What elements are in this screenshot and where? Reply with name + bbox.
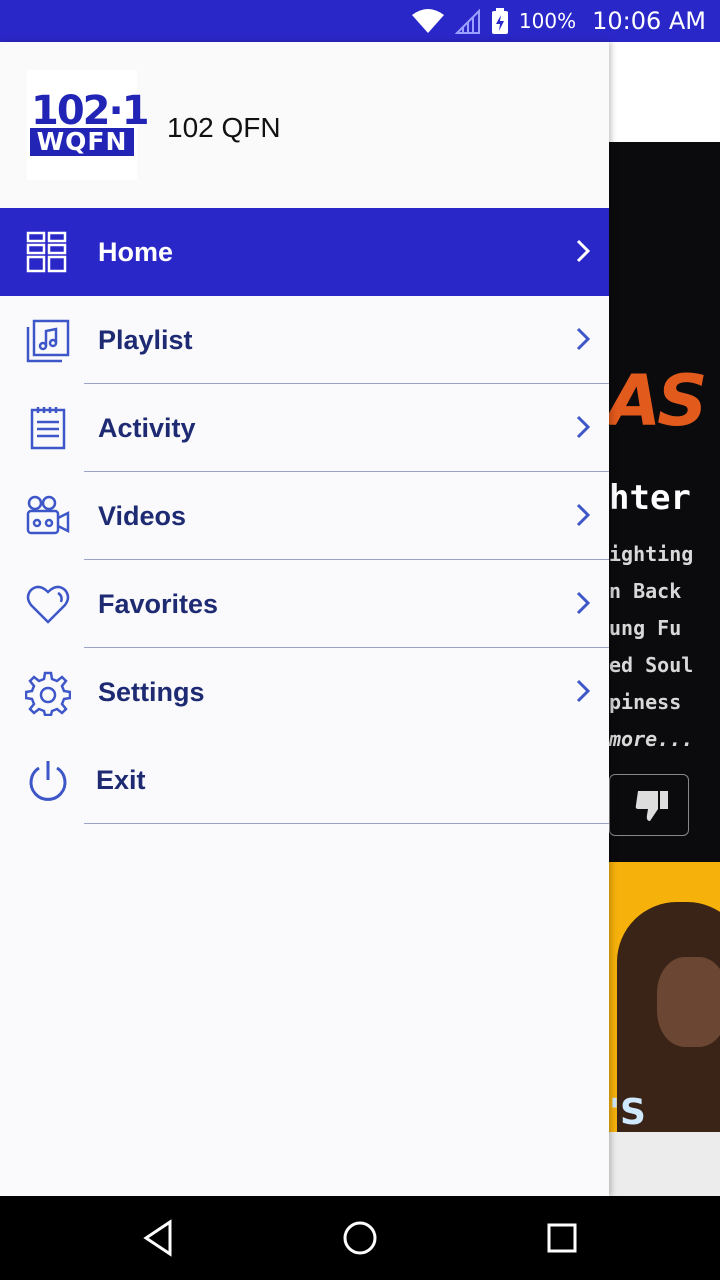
recent-apps-icon[interactable] <box>540 1216 584 1260</box>
station-logo-callsign: WQFN <box>30 128 134 156</box>
menu-item-home[interactable]: Home <box>0 208 609 296</box>
thumbs-down-icon <box>635 791 668 821</box>
menu-item-activity[interactable]: Activity <box>0 384 609 472</box>
battery-percent: 100% <box>518 9 577 33</box>
banner-line: piness <box>609 690 682 714</box>
banner-line: more... <box>609 727 694 751</box>
video-camera-icon <box>26 495 70 535</box>
wifi-icon <box>411 9 444 35</box>
menu-item-label: Settings <box>98 677 205 707</box>
dislike-button[interactable] <box>609 774 689 836</box>
banner-line: n Back <box>609 579 682 603</box>
station-name: 102 QFN <box>167 112 281 143</box>
status-bar: 100% 10:06 AM <box>0 0 720 42</box>
home-circle-icon[interactable] <box>338 1216 382 1260</box>
menu-item-label: Playlist <box>98 325 193 355</box>
background-footer <box>609 1132 720 1196</box>
battery-charging-icon <box>491 8 508 34</box>
chevron-right-icon <box>576 503 591 527</box>
menu-item-videos[interactable]: Videos <box>0 472 609 560</box>
background-promo[interactable]: 'S <box>609 862 720 1132</box>
cell-signal-icon <box>454 8 480 34</box>
banner-title-fragment: hter <box>609 478 691 518</box>
station-logo: 102·1 WQFN <box>27 70 150 180</box>
menu-item-label: Activity <box>98 413 196 443</box>
drawer-menu: Home Playlist Activity Videos Favorites … <box>0 208 609 824</box>
menu-item-playlist[interactable]: Playlist <box>0 296 609 384</box>
menu-item-label: Home <box>98 237 174 267</box>
chevron-right-icon <box>576 679 591 703</box>
clock: 10:06 AM <box>592 7 706 35</box>
background-header <box>609 42 720 142</box>
gear-icon <box>25 671 71 716</box>
background-banner[interactable]: AS hter ighting n Back ung Fu ed Soul pi… <box>609 142 720 862</box>
banner-line: ed Soul <box>609 653 694 677</box>
menu-item-label: Exit <box>96 765 146 795</box>
navigation-drawer: 102·1 WQFN 102 QFN Home Playlist Activit… <box>0 42 609 1196</box>
banner-line: ighting <box>609 542 694 566</box>
system-nav-bar <box>0 1196 720 1280</box>
menu-item-label: Videos <box>98 501 187 531</box>
chevron-right-icon <box>576 591 591 615</box>
notepad-icon <box>30 407 66 450</box>
grid-icon <box>26 231 67 273</box>
chevron-right-icon <box>576 415 591 439</box>
menu-item-exit[interactable]: Exit <box>0 736 609 824</box>
menu-item-favorites[interactable]: Favorites <box>0 560 609 648</box>
menu-item-label: Favorites <box>98 589 219 619</box>
banner-line: ung Fu <box>609 616 682 640</box>
power-icon <box>29 761 67 801</box>
back-icon[interactable] <box>136 1216 180 1260</box>
menu-item-settings[interactable]: Settings <box>0 648 609 736</box>
promo-text-fragment: 'S <box>609 1092 646 1132</box>
heart-icon <box>26 585 70 624</box>
banner-logo-fragment: AS <box>609 360 708 442</box>
chevron-right-icon <box>576 239 591 263</box>
chevron-right-icon <box>576 327 591 351</box>
drawer-header: 102·1 WQFN 102 QFN <box>0 42 609 208</box>
music-note-icon <box>26 319 70 363</box>
